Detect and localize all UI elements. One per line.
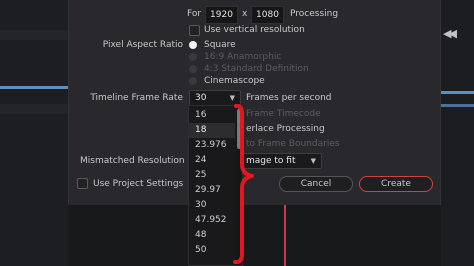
rewind-icon[interactable]: ◀◀ — [443, 27, 463, 40]
for-label: For — [187, 9, 202, 19]
radio-standard-definition-label: 4:3 Standard Definition — [204, 64, 309, 74]
frames-per-second-label: Frames per second — [246, 93, 332, 103]
vertical-resolution-label: Use vertical resolution — [204, 25, 305, 35]
radio-anamorphic-label: 16:9 Anamorphic — [204, 52, 282, 62]
radio-square[interactable] — [189, 41, 197, 49]
frame-rate-option[interactable]: 30 — [189, 198, 235, 213]
timeline-frame-rate-label: Timeline Frame Rate — [90, 93, 183, 103]
chevron-down-icon: ▼ — [310, 157, 316, 165]
mismatched-resolution-label: Mismatched Resolution — [80, 156, 185, 166]
cancel-button[interactable]: Cancel — [279, 176, 353, 192]
frame-rate-option[interactable]: 16 — [189, 108, 235, 123]
timeline-track — [0, 86, 68, 89]
chevron-down-icon: ▼ — [229, 94, 235, 102]
use-project-settings-label: Use Project Settings — [93, 179, 184, 189]
radio-standard-definition — [189, 65, 197, 73]
radio-cinemascope-label: Cinemascope — [204, 76, 265, 86]
frame-rate-option[interactable]: 48 — [189, 228, 235, 243]
radio-cinemascope[interactable] — [189, 77, 197, 85]
track-strip — [0, 30, 68, 40]
frame-rate-option[interactable]: 23.976 — [189, 138, 235, 153]
timeline-track — [441, 104, 474, 107]
frame-rate-value: 30 — [195, 93, 207, 103]
radio-anamorphic — [189, 53, 197, 61]
processing-label: Processing — [290, 9, 339, 19]
frame-rate-option[interactable]: 50 — [189, 243, 235, 258]
width-field[interactable]: 1920 — [205, 6, 238, 24]
track-strip — [0, 104, 68, 114]
frame-rate-option[interactable]: 25 — [189, 168, 235, 183]
vertical-resolution-checkbox[interactable] — [189, 25, 200, 36]
create-button[interactable]: Create — [359, 176, 433, 192]
pixel-aspect-ratio-label: Pixel Aspect Ratio — [102, 40, 183, 50]
use-project-settings-checkbox[interactable] — [77, 178, 88, 189]
playhead[interactable] — [284, 205, 286, 266]
frame-rate-option[interactable]: 29.97 — [189, 183, 235, 198]
frame-rate-option[interactable]: 18 — [189, 123, 235, 138]
timeline-track — [441, 91, 474, 94]
red-brace-annotation — [233, 104, 254, 264]
frame-rate-option[interactable]: 24 — [189, 153, 235, 168]
x-label: x — [242, 9, 248, 19]
frame-rate-option[interactable]: 47.952 — [189, 213, 235, 228]
height-field[interactable]: 1080 — [251, 6, 284, 24]
radio-square-label: Square — [204, 40, 236, 50]
